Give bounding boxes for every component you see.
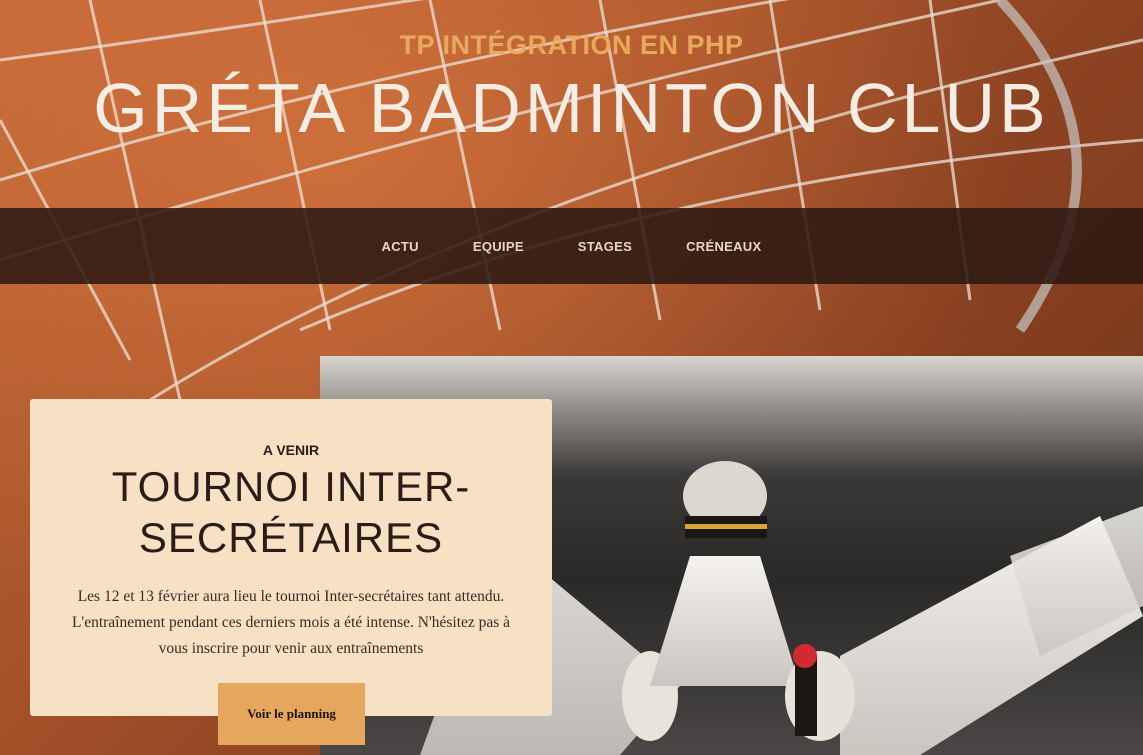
nav-item-stages[interactable]: STAGES <box>578 239 632 254</box>
site-title: GRÉTA BADMINTON CLUB <box>93 69 1050 147</box>
view-planning-button[interactable]: Voir le planning <box>218 683 365 745</box>
site-header: TP INTÉGRATION EN PHP GRÉTA BADMINTON CL… <box>0 0 1143 208</box>
event-status-label: A VENIR <box>262 442 320 458</box>
main-navigation: ACTU EQUIPE STAGES CRÉNEAUX <box>0 208 1143 284</box>
event-title: TOURNOI INTER-SECRÉTAIRES <box>111 463 471 561</box>
event-description: Les 12 et 13 février aura lieu le tourno… <box>71 588 511 657</box>
nav-item-equipe[interactable]: EQUIPE <box>473 239 524 254</box>
site-subtitle: TP INTÉGRATION EN PHP <box>399 30 744 60</box>
nav-item-creneaux[interactable]: CRÉNEAUX <box>686 239 761 254</box>
nav-item-actu[interactable]: ACTU <box>382 239 419 254</box>
upcoming-event-card: A VENIR TOURNOI INTER-SECRÉTAIRES Les 12… <box>30 399 552 716</box>
